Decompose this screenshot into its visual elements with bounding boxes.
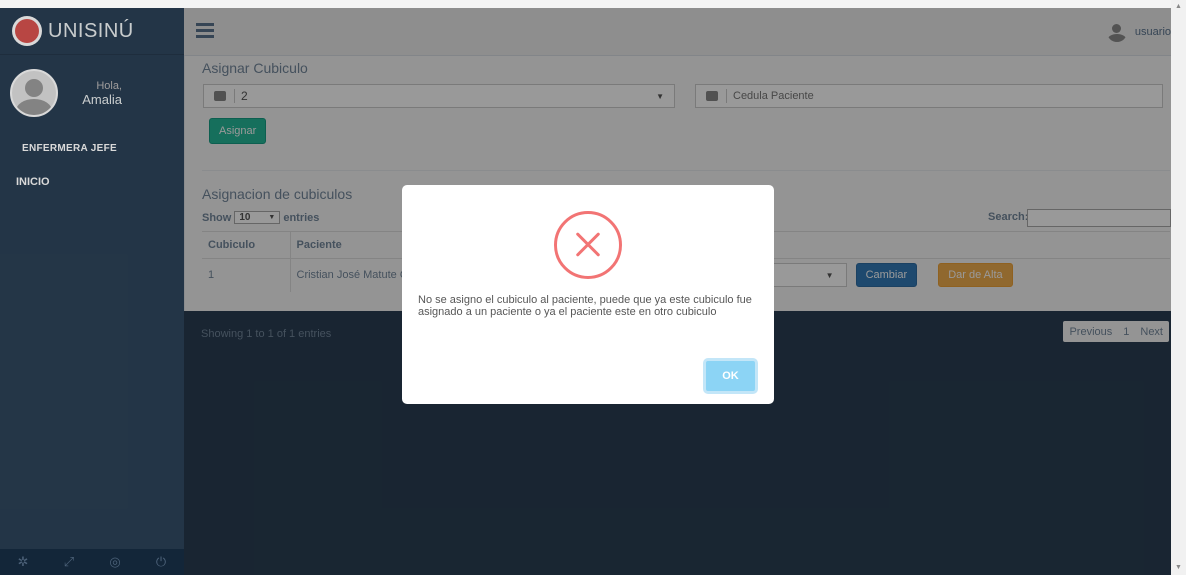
scroll-up-icon[interactable]: ▲ [1171,0,1186,14]
window-top-strip [0,0,1171,8]
ok-button[interactable]: OK [703,358,758,394]
modal-backdrop-top [184,8,1171,56]
modal-backdrop-side [0,8,184,575]
scroll-thumb[interactable] [1174,16,1183,556]
error-x-icon [554,211,622,279]
page-scrollbar[interactable]: ▲ ▼ [1171,0,1186,575]
error-dialog: No se asigno el cubiculo al paciente, pu… [402,185,774,404]
scroll-down-icon[interactable]: ▼ [1171,561,1186,575]
error-message: No se asigno el cubiculo al paciente, pu… [418,294,752,318]
